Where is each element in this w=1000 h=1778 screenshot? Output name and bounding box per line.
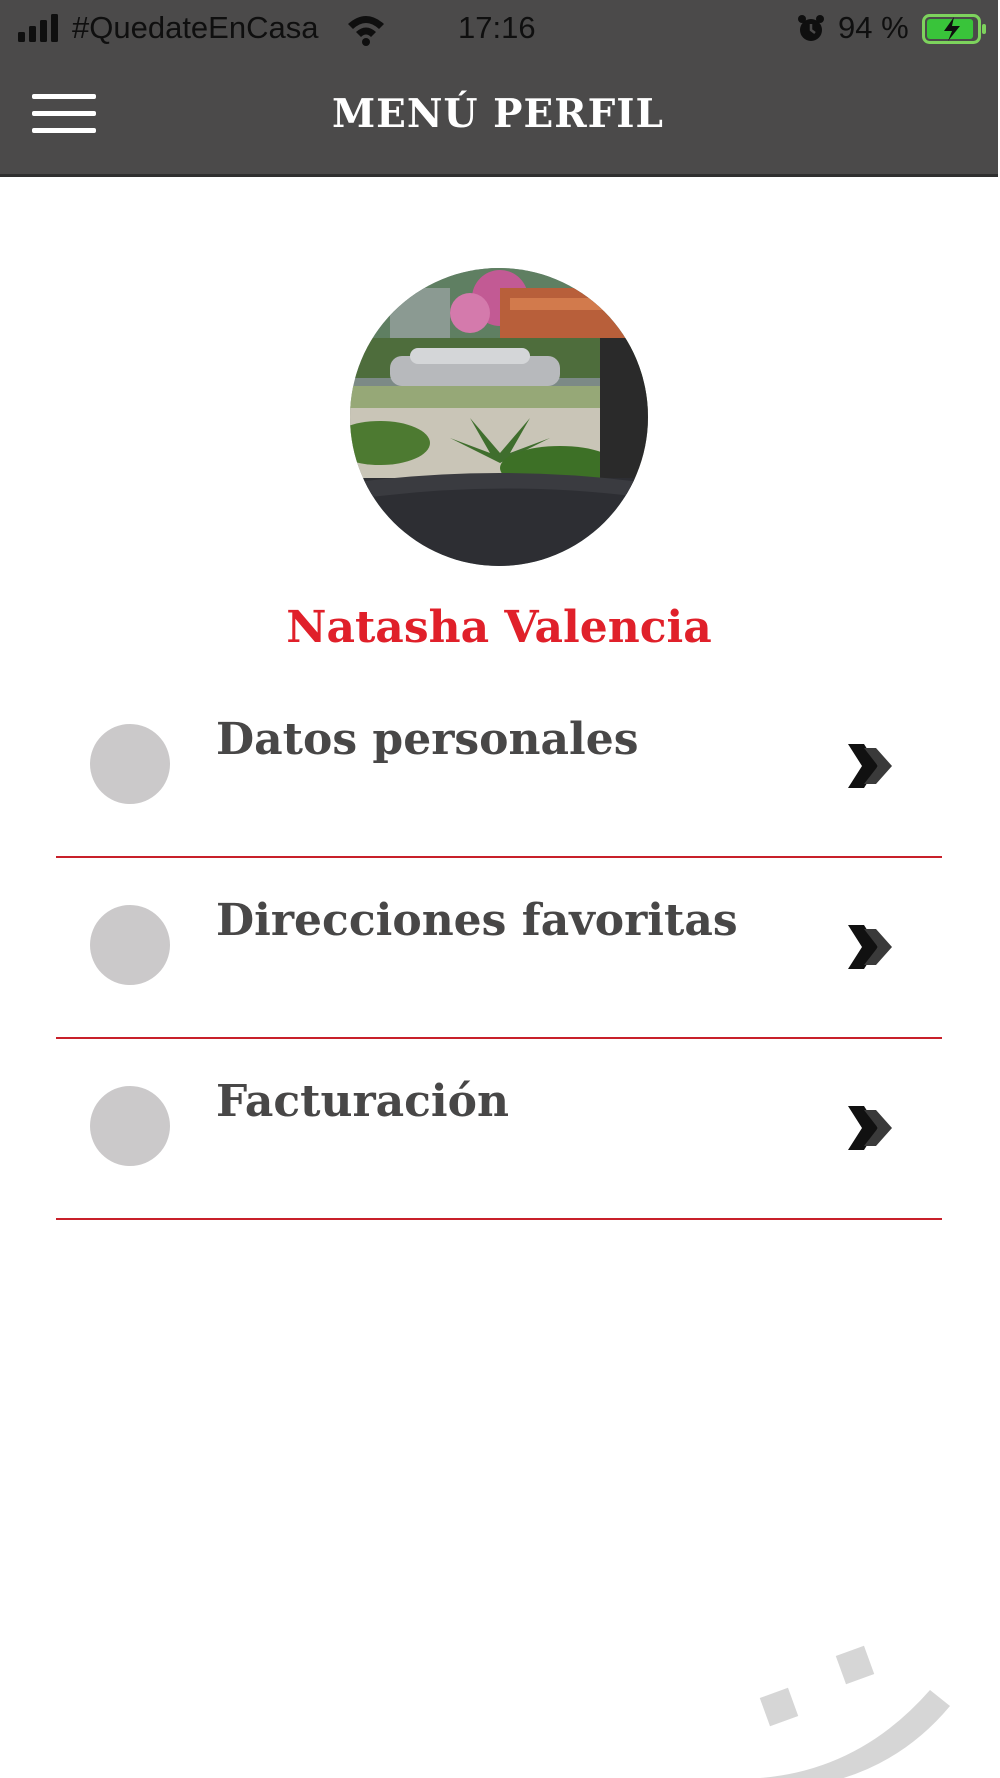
hamburger-menu-button[interactable] — [32, 92, 96, 136]
menu-item-datos-personales[interactable]: Datos personales — [56, 676, 942, 858]
alarm-icon — [798, 15, 824, 41]
menu-item-label: Direcciones favoritas — [216, 895, 738, 946]
signal-icon — [18, 14, 58, 42]
menu-item-label: Facturación — [216, 1076, 509, 1127]
status-bar: #QuedateEnCasa 17:16 94 % — [0, 0, 998, 60]
user-name: Natasha Valencia — [286, 602, 712, 653]
menu-item-label: Datos personales — [216, 714, 639, 765]
menu-item-facturacion[interactable]: Facturación — [56, 1038, 942, 1220]
hamburger-icon-line — [32, 128, 96, 133]
battery-percentage: 94 % — [838, 10, 909, 45]
app-header: #QuedateEnCasa 17:16 94 % MENÚ PERFIL — [0, 0, 998, 177]
menu-item-icon-placeholder — [90, 724, 170, 804]
carrier-name: #QuedateEnCasa — [72, 10, 319, 45]
page-title: MENÚ PERFIL — [332, 91, 664, 137]
smiley-logo-icon — [759, 1645, 950, 1778]
screen: #QuedateEnCasa 17:16 94 % MENÚ PERFIL Na… — [0, 0, 998, 1778]
menu-item-icon-placeholder — [90, 1086, 170, 1166]
menu-item-direcciones-favoritas[interactable]: Direcciones favoritas — [56, 857, 942, 1039]
chevron-double-right-icon — [848, 744, 892, 788]
battery-charging-icon — [922, 14, 986, 44]
chevron-double-right-icon — [848, 1106, 892, 1150]
wifi-icon — [348, 16, 384, 46]
status-time: 17:16 — [458, 10, 536, 45]
hamburger-icon-line — [32, 111, 96, 116]
hamburger-icon-line — [32, 94, 96, 99]
avatar[interactable] — [350, 268, 648, 566]
chevron-double-right-icon — [848, 925, 892, 969]
avatar-photo — [350, 268, 648, 566]
menu-item-icon-placeholder — [90, 905, 170, 985]
